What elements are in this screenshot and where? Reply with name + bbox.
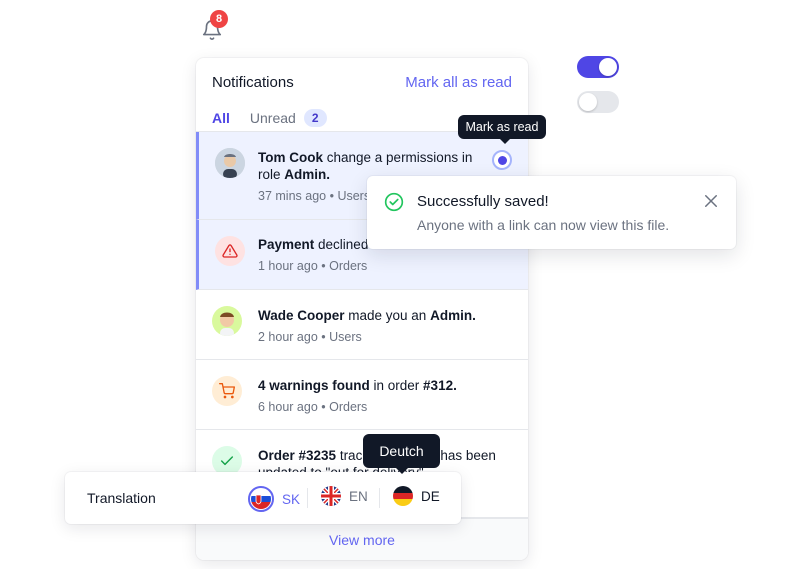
translation-bar: Translation SK EN DE xyxy=(65,472,461,524)
notification-item[interactable]: Wade Cooper made you an Admin. 2 hour ag… xyxy=(196,290,528,360)
translation-label: Translation xyxy=(87,490,156,506)
tab-all[interactable]: All xyxy=(212,104,230,134)
toast-title: Successfully saved! xyxy=(417,193,549,210)
avatar xyxy=(215,148,245,178)
notification-meta: 1 hour ago • Orders xyxy=(258,259,368,273)
tab-unread[interactable]: Unread 2 xyxy=(250,104,327,132)
unread-count-badge: 2 xyxy=(303,109,327,127)
avatar xyxy=(212,306,242,336)
language-code: EN xyxy=(349,488,368,504)
notification-meta: 2 hour ago • Users xyxy=(258,330,362,344)
language-option-en[interactable]: EN xyxy=(321,486,368,506)
cart-avatar xyxy=(212,376,242,406)
notification-meta: 6 hour ago • Orders xyxy=(258,400,368,414)
close-icon[interactable] xyxy=(702,192,720,210)
slovakia-flag-icon xyxy=(251,489,271,509)
notification-text: 4 warnings found in order #312. xyxy=(258,378,457,393)
notification-item[interactable]: 4 warnings found in order #312. 6 hour a… xyxy=(196,360,528,430)
tab-label: Unread xyxy=(249,110,296,126)
check-icon xyxy=(220,456,234,466)
uk-flag-icon xyxy=(321,486,341,506)
mark-as-read-tooltip: Mark as read xyxy=(458,115,546,144)
language-option-sk[interactable]: SK xyxy=(248,486,300,512)
mark-as-read-button[interactable] xyxy=(492,150,512,170)
cart-icon xyxy=(219,383,235,399)
language-tooltip: Deutch xyxy=(363,434,440,474)
language-code: DE xyxy=(421,488,440,504)
tabs: All Unread 2 xyxy=(212,104,327,134)
divider xyxy=(307,488,308,508)
mark-all-read-link[interactable]: Mark all as read xyxy=(405,74,512,91)
notification-count-badge: 8 xyxy=(210,10,228,28)
notification-text: Wade Cooper made you an Admin. xyxy=(258,308,476,323)
toggle-switch-off[interactable] xyxy=(577,91,619,113)
toggle-knob xyxy=(579,93,597,111)
check-circle-icon xyxy=(384,192,404,212)
warning-avatar xyxy=(215,236,245,266)
toast-message: Anyone with a link can now view this fil… xyxy=(417,217,670,233)
language-code: SK xyxy=(282,491,301,507)
warning-icon xyxy=(222,244,238,258)
view-more-link[interactable]: View more xyxy=(196,518,528,560)
language-option-de[interactable]: DE xyxy=(393,486,440,506)
divider xyxy=(379,488,380,508)
tab-label: All xyxy=(212,110,230,126)
toggle-knob xyxy=(599,58,617,76)
success-toast: Successfully saved! Anyone with a link c… xyxy=(367,176,736,249)
toggle-switch-on[interactable] xyxy=(577,56,619,78)
selected-ring xyxy=(248,486,274,512)
germany-flag-icon xyxy=(393,486,413,506)
